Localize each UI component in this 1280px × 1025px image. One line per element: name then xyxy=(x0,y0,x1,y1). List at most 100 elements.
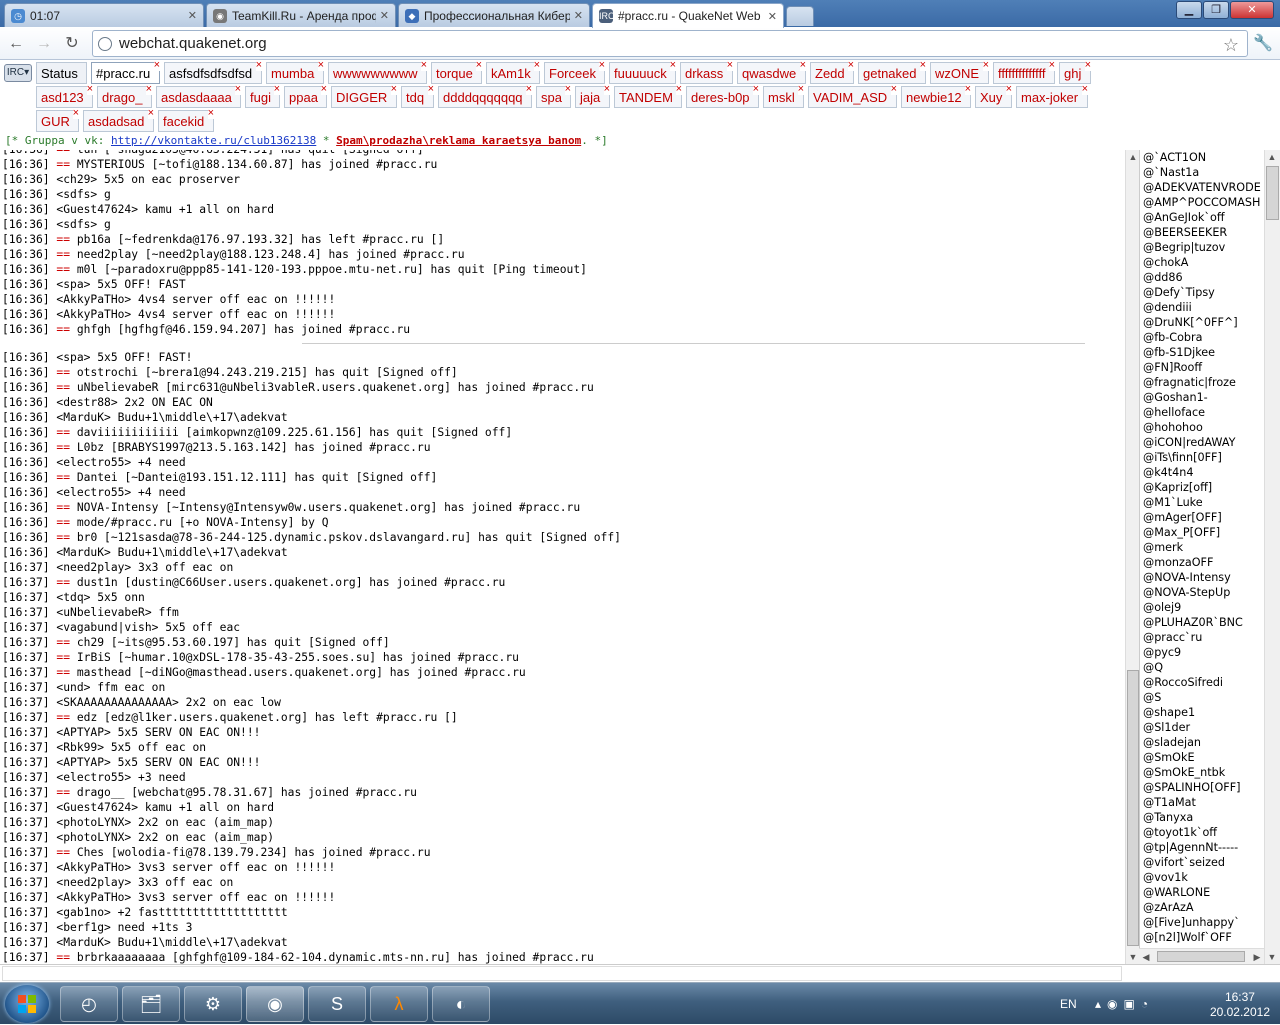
close-window-button[interactable]: ✕ xyxy=(1230,1,1274,19)
nick-item[interactable]: @SmOkE_ntbk xyxy=(1143,765,1264,780)
nick-item[interactable]: @NOVA-Intensy xyxy=(1143,570,1264,585)
bookmark-star-icon[interactable]: ☆ xyxy=(1223,35,1239,56)
new-tab-button[interactable] xyxy=(786,6,814,26)
channel-tab[interactable]: Status xyxy=(36,62,87,84)
nick-item[interactable]: @k4t4n4 xyxy=(1143,465,1264,480)
channel-tab[interactable]: Zedd × xyxy=(810,60,854,84)
nick-item[interactable]: @fb-S1Djkee xyxy=(1143,345,1264,360)
nick-item[interactable]: @Tanyxa xyxy=(1143,810,1264,825)
channel-tab[interactable]: drago_ × xyxy=(97,84,152,108)
nick-item[interactable]: @DruNK[^0FF^] xyxy=(1143,315,1264,330)
scroll-thumb[interactable] xyxy=(1157,951,1245,962)
close-tab-icon[interactable]: × xyxy=(145,84,152,95)
channel-tab[interactable]: VADIM_ASD × xyxy=(808,84,897,108)
half-life-icon[interactable]: λ xyxy=(370,986,428,1022)
nick-item[interactable]: @hohohoo xyxy=(1143,420,1264,435)
close-tab-icon[interactable]: × xyxy=(273,84,280,95)
nick-item[interactable]: @WARLONE xyxy=(1143,885,1264,900)
clock-gadget-icon[interactable]: ◴ xyxy=(60,986,118,1022)
channel-tab[interactable]: wzONE × xyxy=(930,60,989,84)
wrench-menu-icon[interactable]: 🔧 xyxy=(1253,33,1273,53)
chrome-icon[interactable]: ◉ xyxy=(246,986,304,1022)
nick-item[interactable]: @T1aMat xyxy=(1143,795,1264,810)
skype-icon[interactable]: S xyxy=(308,986,366,1022)
nick-item[interactable]: @BEERSEEKER xyxy=(1143,225,1264,240)
scroll-down-arrow-icon[interactable]: ▼ xyxy=(1265,950,1279,964)
channel-tab[interactable]: asd123 × xyxy=(36,84,93,108)
scroll-thumb[interactable] xyxy=(1266,166,1279,220)
channel-tab[interactable]: facekid × xyxy=(158,108,214,132)
back-arrow-icon[interactable]: ← xyxy=(6,34,26,54)
channel-tab[interactable]: asdadsad × xyxy=(83,108,154,132)
channel-tab[interactable]: newbie12 × xyxy=(901,84,971,108)
close-tab-icon[interactable]: × xyxy=(147,108,154,119)
close-tab-icon[interactable]: × xyxy=(317,60,324,71)
channel-tab[interactable]: ppaa × xyxy=(284,84,327,108)
channel-tab[interactable]: jaja × xyxy=(575,84,610,108)
reload-icon[interactable]: ↻ xyxy=(62,34,82,54)
close-tab-icon[interactable]: × xyxy=(427,84,434,95)
nick-item[interactable]: @pracc`ru xyxy=(1143,630,1264,645)
nick-item[interactable]: @iCON|redAWAY xyxy=(1143,435,1264,450)
nick-item[interactable]: @mAger[OFF] xyxy=(1143,510,1264,525)
close-tab-icon[interactable]: × xyxy=(982,60,989,71)
nicklist-scrollbar[interactable]: ▲ ▼ xyxy=(1264,150,1280,964)
chat-scrollbar[interactable]: ▲ ▼ xyxy=(1125,150,1139,964)
nick-item[interactable]: @Kapriz[off] xyxy=(1143,480,1264,495)
channel-tab[interactable]: fuuuuuck × xyxy=(609,60,676,84)
channel-tab[interactable]: wwwwwwwww × xyxy=(328,60,427,84)
channel-tab[interactable]: ffffffffffffff × xyxy=(993,60,1055,84)
minimize-button[interactable]: ▁ xyxy=(1176,1,1202,19)
close-tab-icon[interactable]: × xyxy=(598,60,605,71)
close-tab-icon[interactable]: × xyxy=(675,84,682,95)
media-icon[interactable]: ◐ xyxy=(432,986,490,1022)
close-tab-icon[interactable]: × xyxy=(669,60,676,71)
close-tab-icon[interactable]: × xyxy=(320,84,327,95)
client-menu-icon[interactable]: IRC▾ xyxy=(4,64,32,82)
nick-item[interactable]: @RoccoSifredi xyxy=(1143,675,1264,690)
forward-arrow-icon[interactable]: → xyxy=(34,34,54,54)
nick-item[interactable]: @FN]Rooff xyxy=(1143,360,1264,375)
nick-item[interactable]: @SPALINHO[OFF] xyxy=(1143,780,1264,795)
nick-item[interactable]: @PLUHAZ0R`BNC xyxy=(1143,615,1264,630)
nick-item[interactable]: @Goshan1- xyxy=(1143,390,1264,405)
close-tab-icon[interactable]: × xyxy=(533,60,540,71)
nick-item[interactable]: @vifort`seized xyxy=(1143,855,1264,870)
channel-tab[interactable]: DIGGER × xyxy=(331,84,397,108)
nick-item[interactable]: @Defy`Tipsy xyxy=(1143,285,1264,300)
close-tab-icon[interactable]: × xyxy=(1048,60,1055,71)
nick-item[interactable]: @Sl1der xyxy=(1143,720,1264,735)
channel-tab[interactable]: TANDEM × xyxy=(614,84,682,108)
channel-tab[interactable]: ghj × xyxy=(1059,60,1091,84)
nick-item[interactable]: @Begrip|tuzov xyxy=(1143,240,1264,255)
channel-tab[interactable]: getnaked × xyxy=(858,60,926,84)
close-tab-icon[interactable]: × xyxy=(72,108,79,119)
close-tab-icon[interactable]: × xyxy=(390,84,397,95)
channel-tab[interactable]: drkass × xyxy=(680,60,733,84)
channel-tab[interactable]: asfsdfsdfsdfsd × xyxy=(164,60,262,84)
nick-item[interactable]: @[Five]unhappy` xyxy=(1143,915,1264,930)
channel-tab[interactable]: max-joker × xyxy=(1016,84,1088,108)
topic-link[interactable]: http://vkontakte.ru/club1362138 xyxy=(111,134,316,147)
nick-item[interactable]: @iTs\finn[0FF] xyxy=(1143,450,1264,465)
close-tab-icon[interactable]: × xyxy=(1084,60,1091,71)
close-tab-icon[interactable]: × xyxy=(234,84,241,95)
nick-item[interactable]: @dd86 xyxy=(1143,270,1264,285)
channel-tab[interactable]: mskl × xyxy=(763,84,804,108)
close-tab-icon[interactable]: × xyxy=(207,108,214,119)
channel-tab[interactable]: tdq × xyxy=(401,84,434,108)
nick-item[interactable]: @AMP^POCCOMASH xyxy=(1143,195,1264,210)
steam-icon[interactable]: ⚙ xyxy=(184,986,242,1022)
nick-item[interactable]: @pyc9 xyxy=(1143,645,1264,660)
nick-item[interactable]: @S xyxy=(1143,690,1264,705)
message-input[interactable] xyxy=(2,966,1122,981)
channel-tab[interactable]: deres-b0p × xyxy=(686,84,759,108)
nick-item[interactable]: @SmOkE xyxy=(1143,750,1264,765)
nick-item[interactable]: @`Nast1a xyxy=(1143,165,1264,180)
channel-tab[interactable]: Forceek × xyxy=(544,60,605,84)
nick-item[interactable]: @Max_P[OFF] xyxy=(1143,525,1264,540)
close-tab-icon[interactable]: × xyxy=(475,60,482,71)
nick-item[interactable]: @NOVA-StepUp xyxy=(1143,585,1264,600)
close-tab-icon[interactable]: × xyxy=(797,84,804,95)
close-tab-icon[interactable]: × xyxy=(1081,84,1088,95)
